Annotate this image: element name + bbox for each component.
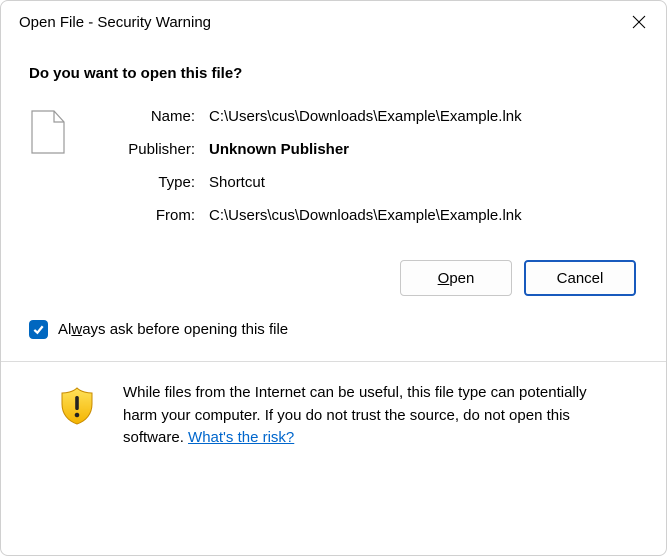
chk-prefix: Al <box>58 321 71 338</box>
always-ask-label[interactable]: Always ask before opening this file <box>58 321 288 338</box>
fields-grid: Name: C:\Users\cus\Downloads\Example\Exa… <box>95 108 638 224</box>
shield-warning-icon <box>57 382 99 430</box>
open-button[interactable]: Open <box>400 260 512 296</box>
always-ask-row: Always ask before opening this file <box>29 320 638 339</box>
footer: While files from the Internet can be use… <box>29 362 638 470</box>
type-value: Shortcut <box>209 174 638 191</box>
open-accel: O <box>438 270 450 287</box>
whats-the-risk-link[interactable]: What's the risk? <box>188 429 294 446</box>
name-label: Name: <box>95 108 195 125</box>
close-button[interactable] <box>616 6 662 38</box>
publisher-value: Unknown Publisher <box>209 141 638 158</box>
publisher-label: Publisher: <box>95 141 195 158</box>
from-label: From: <box>95 207 195 224</box>
dialog-content: Do you want to open this file? Name: C:\… <box>1 43 666 555</box>
checkmark-icon <box>32 323 45 336</box>
button-row: Open Cancel <box>29 260 638 296</box>
dialog-heading: Do you want to open this file? <box>29 65 638 82</box>
open-rest: pen <box>449 270 474 287</box>
chk-suffix: ays ask before opening this file <box>82 321 288 338</box>
footer-text: While files from the Internet can be use… <box>123 382 610 450</box>
name-value: C:\Users\cus\Downloads\Example\Example.l… <box>209 108 638 125</box>
close-icon <box>632 15 646 29</box>
titlebar: Open File - Security Warning <box>1 1 666 43</box>
chk-accel: w <box>71 321 82 338</box>
window-title: Open File - Security Warning <box>19 14 211 31</box>
file-icon <box>29 108 71 224</box>
type-label: Type: <box>95 174 195 191</box>
cancel-button[interactable]: Cancel <box>524 260 636 296</box>
security-warning-dialog: Open File - Security Warning Do you want… <box>0 0 667 556</box>
file-info-row: Name: C:\Users\cus\Downloads\Example\Exa… <box>29 108 638 224</box>
always-ask-checkbox[interactable] <box>29 320 48 339</box>
from-value: C:\Users\cus\Downloads\Example\Example.l… <box>209 207 638 224</box>
